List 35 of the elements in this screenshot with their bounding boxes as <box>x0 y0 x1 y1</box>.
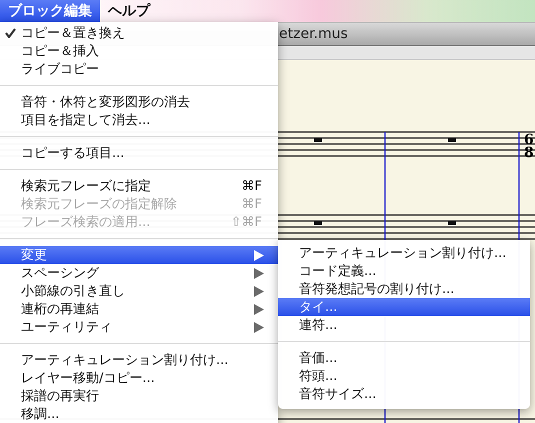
menu-item[interactable]: ユーティリティ <box>0 318 278 336</box>
menu-item[interactable]: 移調... <box>0 405 278 423</box>
menu-item[interactable]: コピーする項目... <box>0 144 278 162</box>
menu-item[interactable]: 音価... <box>278 349 530 367</box>
menu-item[interactable]: タイ... <box>278 298 530 316</box>
submenu-arrow-icon <box>254 286 264 296</box>
submenu-arrow-icon <box>254 250 264 260</box>
menu-item[interactable]: アーティキュレーション割り付け... <box>278 244 530 262</box>
menu-item[interactable]: 検索元フレーズに指定 ⌘F <box>0 177 278 195</box>
menu-item[interactable]: アーティキュレーション割り付け... <box>0 351 278 369</box>
menu-item[interactable]: 音符・休符と変形図形の消去 <box>0 93 278 111</box>
menu-item[interactable]: 項目を指定して消去... <box>0 111 278 129</box>
submenu-arrow-icon <box>254 322 264 332</box>
menu-item[interactable]: レイヤー移動/コピー... <box>0 369 278 387</box>
submenu-arrow-icon <box>254 304 264 314</box>
shortcut-label: ⌘F <box>242 178 262 194</box>
menu-item[interactable]: 連桁の再連結 <box>0 300 278 318</box>
menu-item[interactable]: ライブコピー <box>0 60 278 78</box>
menu-item[interactable]: スペーシング <box>0 264 278 282</box>
menu-item[interactable]: コピー＆挿入 <box>0 42 278 60</box>
menu-item[interactable]: 連符... <box>278 316 530 334</box>
menubar-item[interactable]: ブロック編集 <box>0 0 100 22</box>
submenu-arrow-icon <box>254 268 264 278</box>
menu-item[interactable]: コード定義... <box>278 262 530 280</box>
menubar-item[interactable]: ヘルプ <box>100 0 158 22</box>
menu-item[interactable]: 音符発想記号の割り付け... <box>278 280 530 298</box>
menu-item[interactable]: 小節線の引き直し <box>0 282 278 300</box>
window-title: etzer.mus <box>279 26 348 42</box>
menu-item[interactable]: 採譜の再実行 <box>0 387 278 405</box>
menu-item[interactable]: 符頭... <box>278 367 530 385</box>
menu-item[interactable]: 音符サイズ... <box>278 385 530 403</box>
menu-item[interactable]: 変更 <box>0 246 278 264</box>
shortcut-label: ⌘F <box>242 196 262 212</box>
shortcut-label: ⇧⌘F <box>230 214 262 230</box>
menu-item[interactable]: コピー＆置き換え <box>0 24 278 42</box>
